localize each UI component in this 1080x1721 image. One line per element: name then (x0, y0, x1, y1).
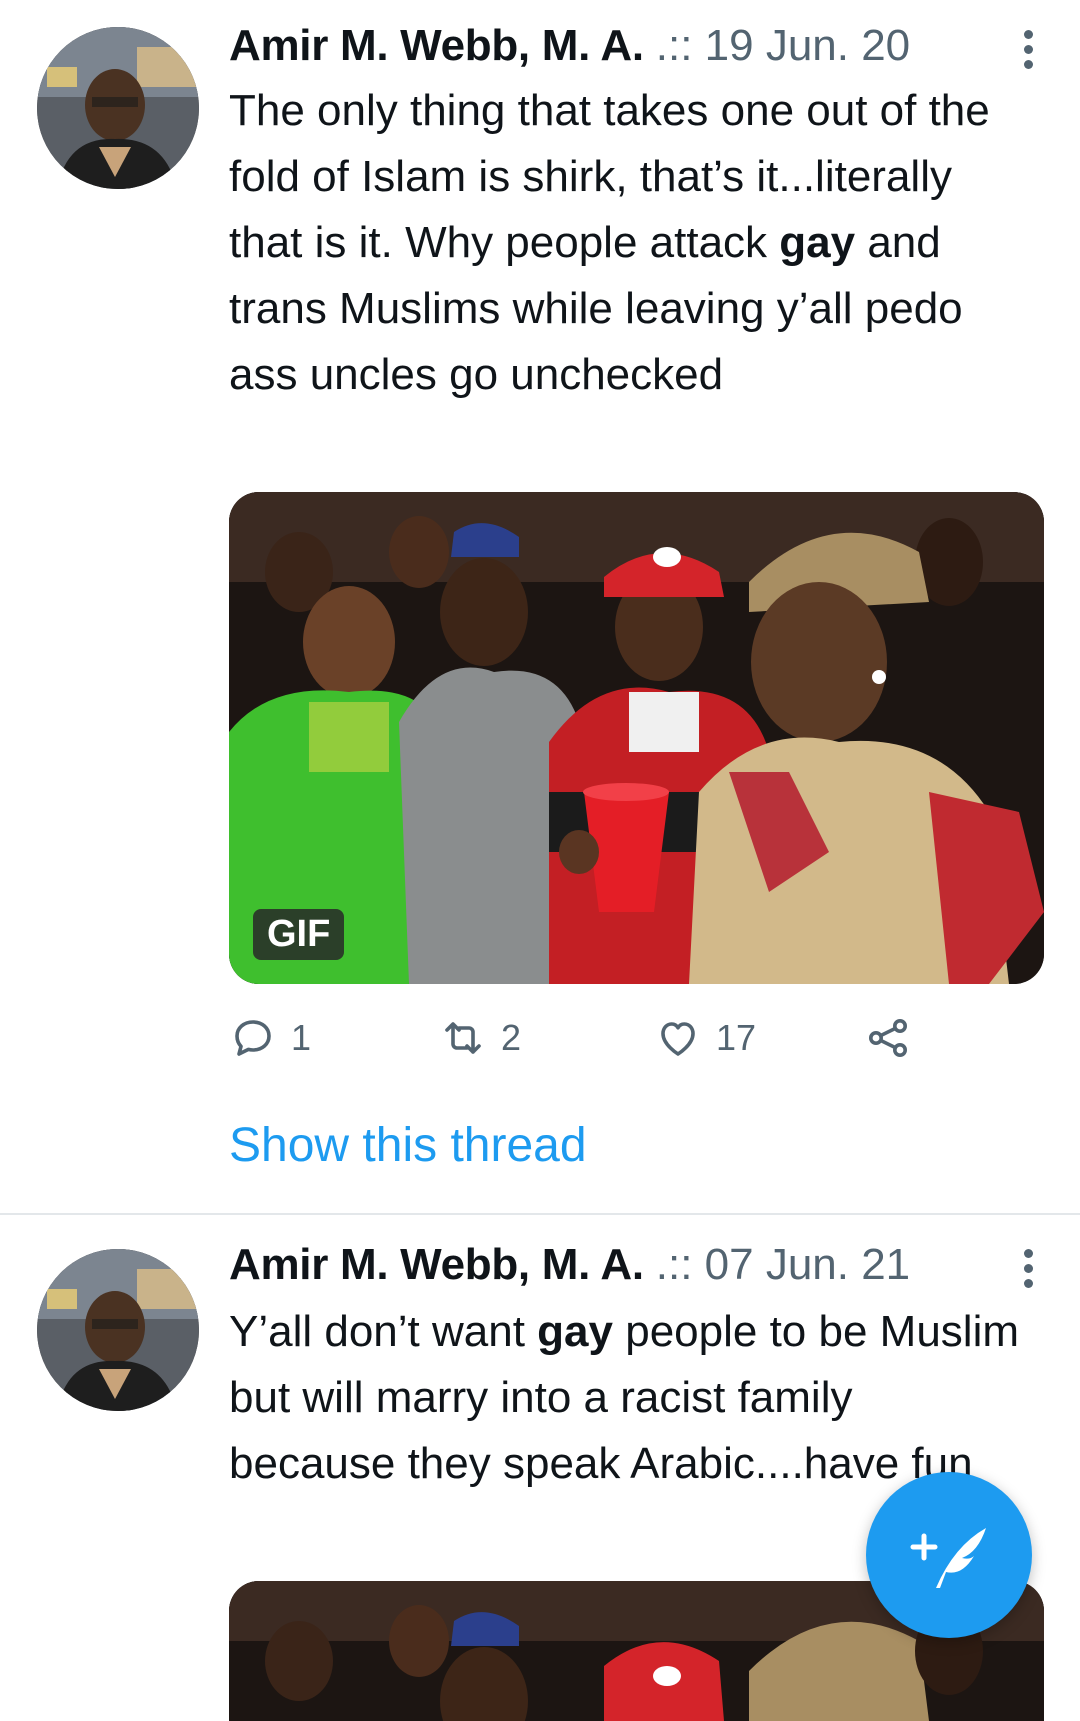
tweet-timestamp[interactable]: .:: 19 Jun. 20 (656, 21, 910, 71)
tweet-actions: 1 2 17 (229, 1014, 929, 1074)
compose-tweet-icon (910, 1528, 986, 1588)
tweet-text-part: Y’all don’t want (229, 1307, 538, 1356)
author-avatar[interactable] (37, 27, 199, 189)
share-icon (869, 1019, 907, 1057)
tweet-text-highlight: gay (537, 1307, 613, 1356)
like-button[interactable]: 17 (654, 1014, 756, 1062)
more-vertical-icon[interactable] (1022, 1249, 1034, 1293)
retweet-button[interactable]: 2 (439, 1014, 521, 1062)
tweet-text-highlight: gay (779, 218, 856, 267)
compose-tweet-button[interactable] (866, 1472, 1032, 1638)
tweet-header: Amir M. Webb, M. A. .:: 19 Jun. 20 (229, 18, 1080, 74)
reply-count: 1 (291, 1017, 312, 1058)
author-name[interactable]: Amir M. Webb, M. A. (229, 1240, 644, 1290)
more-vertical-icon[interactable] (1022, 30, 1034, 74)
tweet-gif[interactable]: GIF (229, 492, 1044, 984)
like-count: 17 (716, 1017, 757, 1058)
reply-icon (235, 1020, 271, 1056)
retweet-count: 2 (501, 1017, 522, 1058)
tweet-header: Amir M. Webb, M. A. .:: 07 Jun. 21 (229, 1237, 1080, 1293)
author-avatar[interactable] (37, 1249, 199, 1411)
reply-button[interactable]: 1 (229, 1014, 311, 1062)
tweet-timestamp[interactable]: .:: 07 Jun. 21 (656, 1240, 910, 1290)
retweet-icon (445, 1022, 481, 1054)
gif-badge: GIF (253, 909, 345, 960)
tweet-text: The only thing that takes one out of the… (229, 78, 1029, 408)
tweet-text: Y’all don’t want gay people to be Muslim… (229, 1299, 1029, 1497)
share-button[interactable] (864, 1014, 926, 1062)
tweet-1[interactable]: Amir M. Webb, M. A. .:: 19 Jun. 20 The o… (0, 0, 1080, 1210)
author-name[interactable]: Amir M. Webb, M. A. (229, 21, 644, 71)
heart-icon (661, 1022, 695, 1056)
show-thread-link[interactable]: Show this thread (229, 1118, 587, 1173)
